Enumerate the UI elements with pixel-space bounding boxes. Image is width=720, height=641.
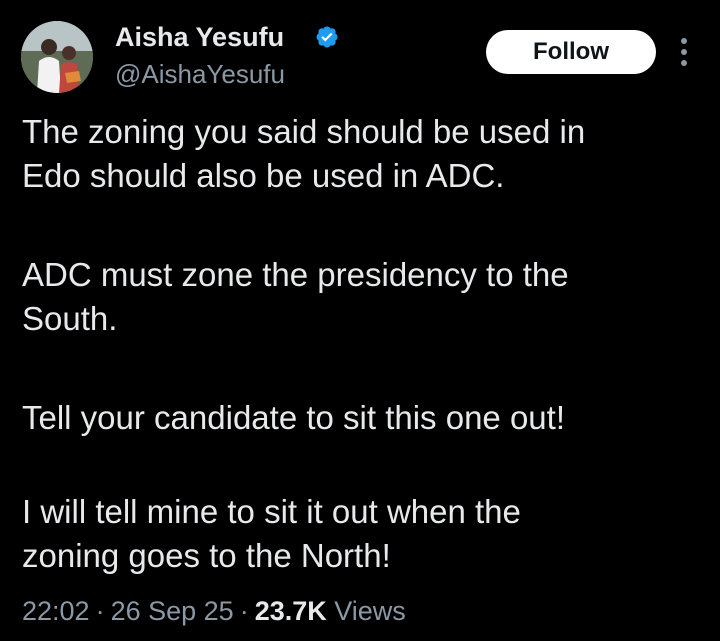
tweet-paragraph: The zoning you said should be used in Ed… (22, 113, 586, 194)
tweet-card: Aisha Yesufu @AishaYesufu Follow The zon… (0, 0, 720, 641)
user-handle[interactable]: @AishaYesufu (115, 58, 285, 90)
meta-separator: · (239, 596, 249, 626)
verified-badge-icon (316, 26, 338, 48)
tweet-paragraph: Tell your candidate to sit this one out! (22, 399, 565, 436)
avatar[interactable] (21, 21, 93, 93)
tweet-time[interactable]: 22:02 (22, 596, 90, 626)
avatar-image (21, 21, 93, 93)
follow-button[interactable]: Follow (486, 30, 656, 74)
views-count[interactable]: 23.7K (255, 596, 327, 626)
views-label: Views (334, 596, 406, 626)
tweet-paragraph: ADC must zone the presidency to the Sout… (22, 256, 569, 337)
tweet-paragraph: I will tell mine to sit it out when the … (22, 493, 521, 574)
tweet-date[interactable]: 26 Sep 25 (111, 596, 234, 626)
tweet-meta: 22:02 · 26 Sep 25 · 23.7K Views (22, 592, 406, 630)
more-vertical-icon[interactable] (676, 34, 692, 70)
display-name[interactable]: Aisha Yesufu (115, 20, 284, 54)
meta-separator: · (95, 596, 105, 626)
